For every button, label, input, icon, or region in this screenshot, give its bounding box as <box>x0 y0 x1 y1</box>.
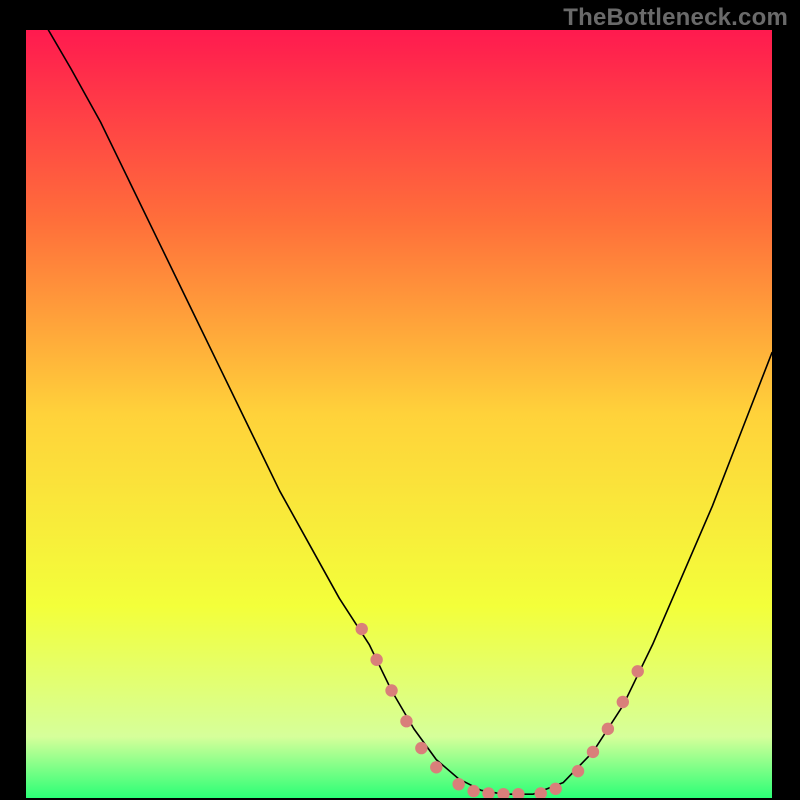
data-marker <box>467 785 479 797</box>
data-marker <box>452 778 464 790</box>
chart-svg <box>26 30 772 798</box>
chart-container: TheBottleneck.com <box>0 0 800 800</box>
plot-area <box>26 30 772 798</box>
watermark-text: TheBottleneck.com <box>563 4 788 32</box>
data-marker <box>617 696 629 708</box>
data-marker <box>587 746 599 758</box>
data-marker <box>400 715 412 727</box>
data-marker <box>430 761 442 773</box>
data-marker <box>572 765 584 777</box>
data-marker <box>602 723 614 735</box>
data-marker <box>370 654 382 666</box>
data-marker <box>385 684 397 696</box>
data-marker <box>415 742 427 754</box>
data-marker <box>549 783 561 795</box>
data-marker <box>632 665 644 677</box>
gradient-background <box>26 30 772 798</box>
data-marker <box>356 623 368 635</box>
